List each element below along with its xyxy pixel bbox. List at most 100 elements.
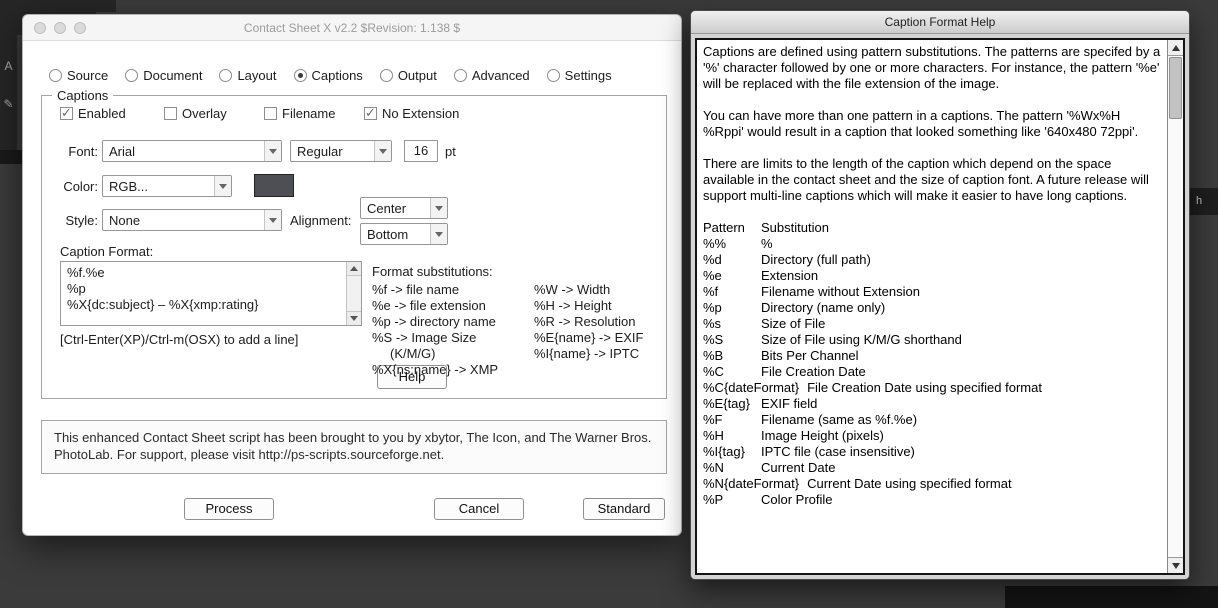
pen-tool-icon[interactable]: ✎ (3, 97, 13, 111)
caption-format-input[interactable]: %f.%e %p %X{dc:subject} – %X{xmp:rating} (60, 261, 362, 326)
font-label: Font: (68, 144, 98, 159)
header-pattern: Pattern (703, 220, 745, 235)
pattern-table-header: Pattern Substitution (703, 220, 1162, 236)
tab-label: Layout (237, 68, 277, 83)
pattern-code: %f (703, 284, 719, 299)
tab-captions[interactable]: Captions (293, 68, 363, 83)
tab-label: Captions (311, 68, 363, 83)
header-substitution: Substitution (761, 220, 829, 235)
tab-label: Document (143, 68, 203, 83)
subs-line: %f -> file name (372, 282, 460, 297)
scroll-down-icon[interactable] (347, 311, 361, 325)
type-tool-icon[interactable]: A (4, 59, 12, 73)
pattern-code: %H (703, 428, 724, 443)
process-button[interactable]: Process (184, 498, 274, 520)
pattern-desc: File Creation Date using specified forma… (807, 380, 1042, 395)
pattern-row: %N{dateFormat} Current Date using specifi… (703, 476, 1162, 492)
pattern-code: %C (703, 364, 724, 379)
alignment-horizontal-select[interactable]: Center (360, 197, 448, 219)
checkbox-enabled[interactable]: Enabled (60, 105, 126, 121)
checkbox-label: Overlay (182, 106, 227, 121)
close-button[interactable] (34, 22, 46, 34)
tab-settings[interactable]: Settings (546, 68, 612, 83)
style-select[interactable]: None (102, 209, 282, 231)
pattern-row: %%% (703, 236, 1162, 252)
tab-label: Source (67, 68, 109, 83)
tab-output[interactable]: Output (379, 68, 437, 83)
tab-label: Output (397, 68, 437, 83)
captions-group-legend: Captions (52, 88, 114, 103)
pattern-row: %S Size of File using K/M/G shorthand (703, 332, 1162, 348)
pattern-row: %e Extension (703, 268, 1162, 284)
scroll-down-icon[interactable] (1168, 557, 1183, 573)
pattern-row: %E{tag} EXIF field (703, 396, 1162, 412)
cancel-button[interactable]: Cancel (434, 498, 524, 520)
font-size-input[interactable]: 16 (404, 140, 438, 162)
window-title: Contact Sheet X v2.2 $Revision: 1.138 $ (243, 20, 461, 35)
pattern-code: %d (703, 252, 722, 267)
zoom-button[interactable] (74, 22, 86, 34)
help-paragraph: There are limits to the length of the ca… (703, 156, 1149, 203)
tab-source[interactable]: Source (49, 68, 108, 83)
color-label: Color: (63, 179, 98, 194)
subs-line: %R -> Resolution (534, 314, 636, 329)
subs-line: %H -> Height (534, 298, 612, 313)
panel-tab-fragment: h (1190, 188, 1218, 215)
font-size-unit: pt (445, 144, 456, 159)
scrollbar-thumb[interactable] (1169, 57, 1182, 119)
pattern-code: %S (703, 332, 724, 347)
alignment-vertical-select[interactable]: Bottom (360, 223, 448, 245)
contact-sheet-titlebar[interactable]: Contact Sheet X v2.2 $Revision: 1.138 $ (23, 15, 681, 41)
checkbox-icon (364, 105, 377, 121)
scroll-up-icon[interactable] (347, 262, 361, 276)
tab-advanced[interactable]: Advanced (453, 68, 530, 83)
background-panel-bottom-fragment (1005, 586, 1218, 608)
checkbox-label: Enabled (78, 106, 126, 121)
tab-label: Settings (564, 68, 612, 83)
pattern-code: %p (703, 300, 722, 315)
subs-line: (K/M/G) (390, 346, 436, 361)
color-mode-select[interactable]: RGB... (102, 175, 232, 197)
radio-icon (379, 69, 393, 82)
subs-line: %p -> directory name (372, 314, 496, 329)
color-swatch[interactable] (254, 174, 294, 197)
pattern-row: %B Bits Per Channel (703, 348, 1162, 364)
minimize-button[interactable] (54, 22, 66, 34)
pattern-row: %f Filename without Extension (703, 284, 1162, 300)
help-scrollbar[interactable] (1167, 40, 1183, 573)
scroll-up-icon[interactable] (1168, 40, 1183, 56)
pattern-code: %s (703, 316, 722, 331)
tab-document[interactable]: Document (125, 68, 202, 83)
caption-format-scrollbar[interactable] (346, 262, 361, 325)
pattern-desc: Current Date (761, 460, 836, 475)
pattern-desc: Filename without Extension (761, 284, 920, 299)
section-tabs: Source Document Layout Captions Output A… (49, 68, 612, 83)
substitutions-title: Format substitutions: (372, 264, 493, 279)
checkbox-filename[interactable]: Filename (264, 106, 335, 121)
chevron-down-icon (430, 224, 447, 244)
pattern-desc: Directory (full path) (761, 252, 871, 267)
caption-format-line: %X{dc:subject} – %X{xmp:rating} (67, 297, 259, 312)
tab-layout[interactable]: Layout (219, 68, 277, 83)
font-style-select[interactable]: Regular (290, 140, 392, 162)
font-family-select[interactable]: Arial (102, 140, 282, 162)
pattern-desc: % (761, 236, 773, 251)
chevron-down-icon (264, 210, 281, 230)
pattern-desc: EXIF field (761, 396, 818, 411)
captions-group: Captions Enabled Overlay Filename No Ext… (41, 88, 667, 399)
pattern-desc: Color Profile (761, 492, 833, 507)
checkbox-overlay[interactable]: Overlay (164, 106, 227, 121)
pattern-code: %% (703, 236, 727, 251)
checkbox-no-extension[interactable]: No Extension (364, 105, 459, 121)
pattern-code: %C{dateFormat} (703, 380, 800, 395)
standard-button[interactable]: Standard (583, 498, 665, 520)
substitutions-column-1: %f -> file name %e -> file extension %p … (372, 282, 498, 378)
help-window-titlebar[interactable]: Caption Format Help (691, 11, 1189, 34)
subs-line: %e -> file extension (372, 298, 486, 313)
pattern-desc: Filename (same as %f.%e) (761, 412, 918, 427)
alignment-horizontal-value: Center (367, 200, 407, 216)
background-panel-fragment-small (96, 0, 116, 12)
contact-sheet-window: Contact Sheet X v2.2 $Revision: 1.138 $ … (22, 14, 682, 536)
substitutions-column-2: %W -> Width %H -> Height %R -> Resolutio… (534, 282, 643, 362)
pattern-row: %p Directory (name only) (703, 300, 1162, 316)
